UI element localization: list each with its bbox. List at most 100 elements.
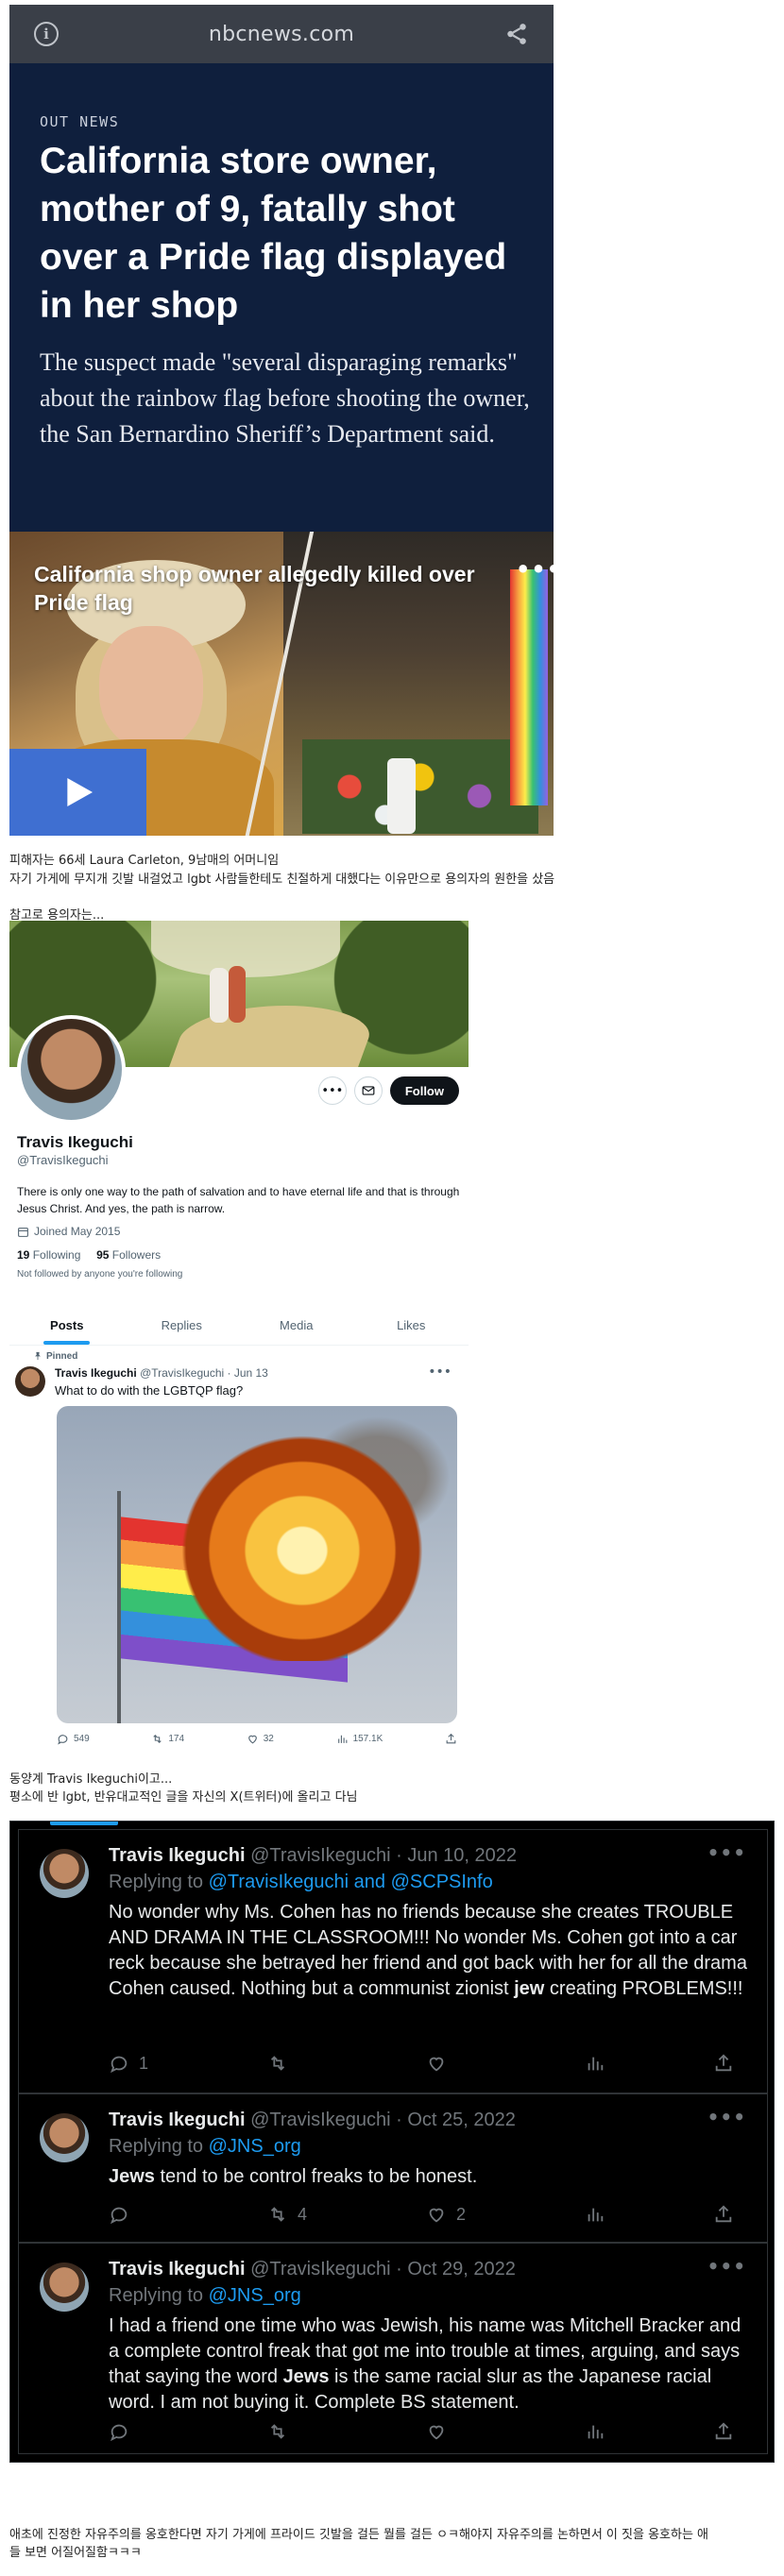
memorial-flowers [302, 739, 538, 834]
tab-replies[interactable]: Replies [125, 1306, 240, 1345]
retweet-icon [270, 2207, 285, 2222]
retweet-button[interactable] [267, 2421, 326, 2442]
like-button[interactable] [426, 2053, 485, 2074]
like-button[interactable] [426, 2421, 485, 2442]
caption-closing-comment-2: 들 보면 어질어질함ㅋㅋㅋ [9, 2546, 142, 2560]
tweet-header: Travis Ikeguchi @TravisIkeguchi · Oct 25… [109, 2110, 516, 2130]
profile-handle: @TravisIkeguchi [17, 1153, 109, 1167]
follow-button[interactable]: Follow [389, 1076, 459, 1105]
rainbow-flag-image [510, 569, 548, 805]
replying-to: Replying to @JNS_org [109, 2136, 301, 2157]
reply-icon [110, 2207, 128, 2225]
mention-link[interactable]: @TravisIkeguchi and @SCPSInfo [209, 1872, 493, 1892]
more-icon[interactable]: ••• [707, 1841, 746, 1864]
mention-link[interactable]: @JNS_org [209, 2285, 301, 2306]
like-button[interactable]: 32 [247, 1733, 274, 1745]
caption-victim: 피해자는 66세 Laura Carleton, 9남매의 어머니임 [9, 854, 280, 868]
tweet-card[interactable]: Travis Ikeguchi @TravisIkeguchi · Oct 25… [18, 2093, 768, 2243]
retweet-button[interactable]: 174 [151, 1733, 184, 1745]
tab-media[interactable]: Media [239, 1306, 354, 1345]
analytics-icon [588, 2425, 604, 2439]
more-icon[interactable]: ••• [707, 2255, 746, 2278]
envelope-icon[interactable] [353, 1076, 383, 1105]
tweet-card[interactable]: Travis Ikeguchi @TravisIkeguchi · Jun 10… [18, 1829, 768, 2093]
video-player[interactable]: California shop owner allegedly killed o… [9, 532, 554, 836]
more-icon[interactable]: ••• [516, 556, 554, 583]
retweet-button[interactable]: 4 [267, 2204, 326, 2225]
caption-suspect-posts: 평소에 반 lgbt, 반유대교적인 글을 자신의 X(트위터)에 올리고 다님 [9, 1790, 358, 1805]
more-icon[interactable]: ••• [707, 2106, 746, 2128]
calendar-icon [18, 1227, 28, 1237]
nbc-article-screenshot: i nbcnews.com OUT NEWS California store … [9, 5, 554, 836]
share-icon [715, 2422, 732, 2440]
info-icon[interactable]: i [34, 22, 59, 46]
heart-icon [247, 1735, 257, 1744]
tweet-text: Jews tend to be control freaks to be hon… [109, 2166, 478, 2187]
mention-link[interactable]: @JNS_org [209, 2136, 301, 2157]
caption-suspect-identity: 동양계 Travis Ikeguchi이고... [9, 1772, 173, 1787]
profile-tabs: Posts Replies Media Likes [9, 1306, 469, 1346]
share-button[interactable] [445, 1733, 457, 1745]
reply-button[interactable] [109, 2421, 167, 2442]
x-profile-screenshot: ••• Follow Travis Ikeguchi @TravisIkeguc… [9, 921, 469, 1298]
reply-icon [58, 1735, 68, 1745]
avatar[interactable] [15, 1366, 45, 1397]
x-dark-tweets-screenshot: Travis Ikeguchi @TravisIkeguchi · Jun 10… [9, 1821, 775, 2463]
more-icon[interactable]: ••• [428, 1364, 452, 1380]
pinned-tweet[interactable]: Pinned Travis Ikeguchi @TravisIkeguchi ·… [9, 1346, 469, 1745]
views-button[interactable]: 157.1K [336, 1733, 383, 1745]
avatar[interactable] [40, 2262, 89, 2312]
tweet-card[interactable]: Travis Ikeguchi @TravisIkeguchi · Oct 29… [18, 2243, 768, 2454]
caption-reason: 자기 가게에 무지개 깃발 내걸었고 lgbt 사람들한테도 친절하게 대했다는… [9, 873, 555, 887]
views-button[interactable] [585, 2204, 613, 2225]
not-followed-note: Not followed by anyone you're following [17, 1269, 183, 1280]
retweet-icon [270, 2424, 285, 2439]
share-button[interactable] [713, 2204, 741, 2225]
share-icon [715, 2205, 732, 2223]
retweet-icon [153, 1734, 162, 1744]
views-button[interactable] [585, 2053, 613, 2074]
like-button[interactable]: 2 [426, 2204, 485, 2225]
article-kicker[interactable]: OUT NEWS [40, 113, 119, 130]
avatar[interactable] [40, 2113, 89, 2162]
memorial-candle [387, 758, 416, 834]
reply-button[interactable]: 1 [109, 2053, 167, 2074]
tweet-media-burning-flag[interactable] [57, 1406, 457, 1723]
tweet-header: Travis Ikeguchi @TravisIkeguchi · Jun 13 [55, 1366, 268, 1380]
views-button[interactable] [585, 2421, 613, 2442]
tweet-actions: 4 2 [109, 2204, 741, 2225]
following-link[interactable]: 19 Following [17, 1248, 80, 1262]
tweet-actions: 549 174 32 157.1K [57, 1733, 457, 1745]
followers-link[interactable]: 95 Followers [96, 1248, 161, 1262]
reply-icon [110, 2056, 128, 2074]
article-headline: California store owner, mother of 9, fat… [40, 141, 507, 326]
avatar[interactable] [40, 1849, 89, 1898]
article-dek: The suspect made "several disparaging re… [40, 348, 530, 448]
share-icon[interactable] [504, 22, 529, 46]
share-button[interactable] [713, 2421, 741, 2442]
replying-to: Replying to @TravisIkeguchi and @SCPSInf… [109, 1872, 493, 1892]
analytics-icon [337, 1735, 347, 1743]
profile-joined: Joined May 2015 [17, 1225, 120, 1238]
reply-button[interactable]: 549 [57, 1733, 90, 1745]
browser-bar: i nbcnews.com [9, 5, 554, 63]
reply-button[interactable] [109, 2204, 167, 2225]
retweet-button[interactable] [267, 2053, 326, 2074]
pin-icon [35, 1351, 41, 1361]
heart-icon [429, 2425, 444, 2440]
tab-posts[interactable]: Posts [9, 1306, 125, 1345]
share-icon [715, 2054, 732, 2072]
play-icon [66, 778, 93, 806]
tweet-text: I had a friend one time who was Jewish, … [109, 2315, 741, 2413]
more-icon[interactable]: ••• [317, 1076, 347, 1105]
reply-icon [110, 2424, 128, 2442]
analytics-icon [588, 2057, 604, 2071]
avatar[interactable] [17, 1015, 126, 1124]
share-button[interactable] [713, 2053, 741, 2074]
tweet-actions [109, 2421, 741, 2442]
tweet-text: What to do with the LGBTQP flag? [55, 1383, 244, 1398]
tab-likes[interactable]: Likes [354, 1306, 469, 1345]
tweet-text: No wonder why Ms. Cohen has no friends b… [109, 1902, 747, 1999]
retweet-icon [270, 2056, 285, 2071]
play-button[interactable] [9, 749, 146, 836]
